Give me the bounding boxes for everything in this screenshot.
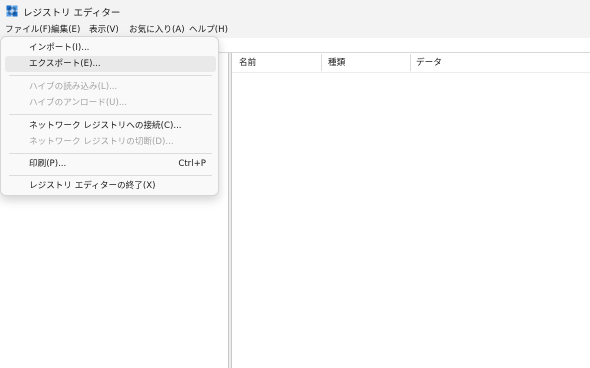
column-header-name[interactable]: 名前	[239, 56, 256, 70]
menu-separator	[9, 175, 212, 176]
menu-item-import[interactable]: インポート(I)...	[5, 40, 216, 56]
menu-item-connect-network-registry[interactable]: ネットワーク レジストリへの接続(C)...	[5, 118, 216, 134]
menu-separator	[9, 114, 212, 115]
menu-item-exit[interactable]: レジストリ エディターの終了(X)	[5, 178, 216, 194]
column-header-type[interactable]: 種類	[328, 56, 345, 70]
menu-item-label: エクスポート(E)...	[29, 59, 101, 69]
menu-item-print[interactable]: 印刷(P)... Ctrl+P	[5, 156, 216, 172]
menu-separator	[9, 153, 212, 154]
menu-item-label: ハイブの読み込み(L)...	[29, 82, 118, 92]
menu-separator	[9, 75, 212, 76]
menu-item-label: 印刷(P)...	[29, 159, 67, 169]
column-divider[interactable]	[321, 54, 322, 71]
registry-editor-icon	[6, 5, 18, 17]
menu-item-label: インポート(I)...	[29, 43, 90, 53]
menu-item-export[interactable]: エクスポート(E)...	[5, 56, 216, 72]
column-header-divider	[232, 72, 590, 73]
menu-item-label: レジストリ エディターの終了(X)	[29, 181, 156, 191]
menu-item-shortcut: Ctrl+P	[178, 159, 206, 169]
value-list-pane[interactable]: 名前 種類 データ	[232, 53, 590, 368]
registry-editor-window: レジストリ エディター ファイル(F) 編集(E) 表示(V) お気に入り(A)…	[0, 0, 590, 368]
menu-item-label: ネットワーク レジストリへの接続(C)...	[29, 121, 182, 131]
column-header-data[interactable]: データ	[416, 56, 442, 70]
menu-item-load-hive: ハイブの読み込み(L)...	[5, 79, 216, 95]
file-menu-dropdown: インポート(I)... エクスポート(E)... ハイブの読み込み(L)... …	[0, 36, 219, 196]
menu-item-label: ネットワーク レジストリの切断(D)...	[29, 137, 174, 147]
menu-item-disconnect-network-registry: ネットワーク レジストリの切断(D)...	[5, 134, 216, 150]
window-title: レジストリ エディター	[23, 8, 121, 19]
menu-item-unload-hive: ハイブのアンロード(U)...	[5, 95, 216, 111]
column-divider[interactable]	[410, 54, 411, 71]
menu-item-label: ハイブのアンロード(U)...	[29, 98, 128, 108]
title-bar: レジストリ エディター	[0, 0, 590, 22]
